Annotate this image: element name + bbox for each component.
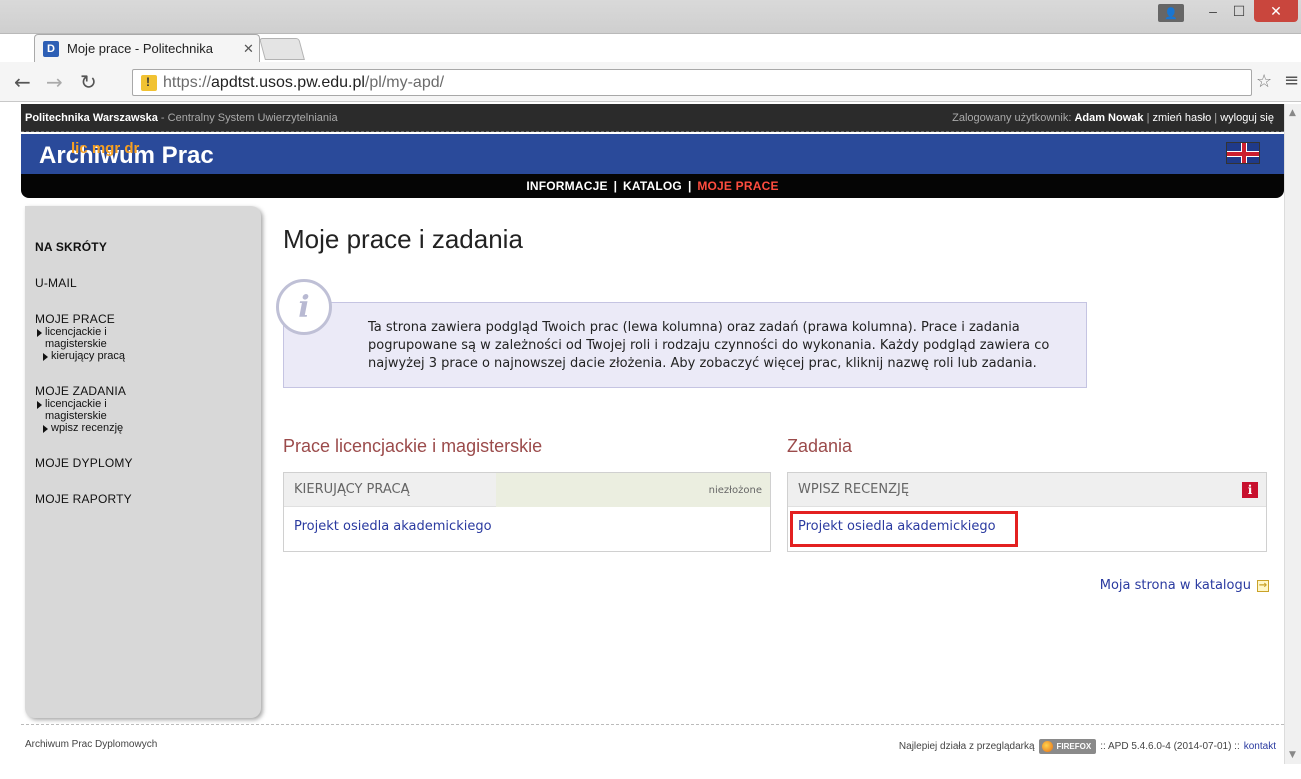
footer-version: :: APD 5.4.6.0-4 (2014-07-01) ::	[1100, 741, 1240, 752]
status-badge: niezłożone	[496, 473, 770, 507]
close-window-button[interactable]: ✕	[1254, 0, 1298, 22]
theses-heading: Prace licencjackie i magisterskie	[283, 436, 543, 456]
maximize-button[interactable]: ☐	[1226, 0, 1252, 22]
org-suffix: - Centralny System Uwierzytelniania	[157, 111, 338, 124]
footer: Archiwum Prac Dyplomowych Najlepiej dzia…	[21, 724, 1284, 764]
thesis-link[interactable]: Projekt osiedla akademickiego	[294, 519, 492, 534]
page-scrollbar[interactable]: ▲ ▼	[1284, 104, 1301, 764]
sidebar-my-works-theses[interactable]: licencjackie i magisterskie	[35, 326, 261, 350]
logged-prefix: Zalogowany użytkownik:	[952, 111, 1075, 124]
auth-topbar: Politechnika Warszawska - Centralny Syst…	[21, 104, 1284, 132]
sidebar-my-tasks-review[interactable]: wpisz recenzję	[35, 422, 261, 434]
review-task-link[interactable]: WPISZ RECENZJĘ	[798, 482, 909, 497]
info-text: Ta strona zawiera podgląd Twoich prac (l…	[368, 320, 1050, 371]
sidebar-my-tasks[interactable]: MOJE ZADANIA	[35, 384, 261, 398]
supervisor-box: KIERUJĄCY PRACĄ niezłożone Projekt osied…	[283, 472, 771, 552]
menu-moje-prace[interactable]: MOJE PRACE	[697, 179, 778, 193]
menu-katalog[interactable]: KATALOG	[623, 179, 682, 193]
url-host: apdtst.usos.pw.edu.pl	[211, 73, 365, 91]
browser-tab[interactable]: D Moje prace - Politechnika ✕	[34, 34, 260, 62]
sidebar-my-tasks-theses[interactable]: licencjackie i magisterskie	[35, 398, 261, 422]
tab-title: Moje prace - Politechnika	[67, 41, 213, 56]
catalog-link-label: Moja strona w katalogu	[1099, 578, 1251, 593]
site-subtitle: lic mgr dr	[71, 140, 140, 157]
tasks-heading: Zadania	[787, 436, 853, 456]
sidebar-my-works-supervisor[interactable]: kierujący pracą	[35, 350, 261, 362]
topbar-org: Politechnika Warszawska - Centralny Syst…	[25, 112, 338, 124]
window-bottom	[0, 764, 1301, 779]
sidebar-my-reports[interactable]: MOJE RAPORTY	[35, 492, 261, 506]
sidebar: NA SKRÓTY U-MAIL MOJE PRACE licencjackie…	[25, 206, 261, 718]
contact-link[interactable]: kontakt	[1244, 741, 1276, 752]
external-arrow-icon: →	[1257, 579, 1269, 592]
supervisor-box-head: KIERUJĄCY PRACĄ niezłożone	[284, 473, 770, 507]
page-content: Politechnika Warszawska - Centralny Syst…	[21, 104, 1284, 764]
reload-icon[interactable]: ↻	[80, 70, 97, 94]
window-titlebar	[0, 0, 1301, 34]
sidebar-umail[interactable]: U-MAIL	[35, 276, 261, 290]
menu-informacje[interactable]: INFORMACJE	[526, 179, 607, 193]
sidebar-shortcuts[interactable]: NA SKRÓTY	[35, 240, 261, 254]
review-thesis-link[interactable]: Projekt osiedla akademickiego	[798, 519, 996, 534]
main-menu: INFORMACJE | KATALOG | MOJE PRACE	[21, 174, 1284, 198]
sidebar-label: licencjackie i	[45, 326, 107, 338]
page-title: Moje prace i zadania	[283, 224, 523, 254]
logout-link[interactable]: wyloguj się	[1220, 112, 1274, 124]
new-tab-button[interactable]	[259, 38, 305, 60]
browser-menu-icon[interactable]: ≡	[1284, 70, 1299, 91]
info-box: i Ta strona zawiera podgląd Twoich prac …	[276, 279, 1087, 388]
review-box-head: WPISZ RECENZJĘ i	[788, 473, 1266, 507]
menu-separator: |	[687, 179, 692, 193]
review-box: WPISZ RECENZJĘ i Projekt osiedla akademi…	[787, 472, 1267, 552]
topbar-sep: |	[1143, 111, 1153, 124]
back-arrow-icon[interactable]: ←	[14, 70, 31, 94]
sidebar-my-works[interactable]: MOJE PRACE	[35, 312, 261, 326]
footer-best-with: Najlepiej działa z przeglądarką	[898, 741, 1035, 752]
site-favicon-icon: D	[43, 40, 59, 57]
tab-close-icon[interactable]: ✕	[243, 41, 254, 57]
firefox-badge-icon[interactable]: FIREFOX	[1038, 739, 1097, 754]
info-red-icon[interactable]: i	[1242, 482, 1258, 498]
topbar-user: Zalogowany użytkownik: Adam Nowak | zmie…	[952, 112, 1274, 124]
sidebar-label: magisterskie	[45, 410, 107, 422]
supervisor-role-link[interactable]: KIERUJĄCY PRACĄ	[294, 482, 410, 497]
user-name: Adam Nowak	[1074, 111, 1144, 124]
footer-info: Najlepiej działa z przeglądarką FIREFOX …	[899, 739, 1276, 754]
url-path: /pl/my-apd/	[364, 73, 445, 91]
user-profile-icon[interactable]: 👤	[1158, 4, 1184, 22]
bookmark-star-icon[interactable]: ☆	[1256, 71, 1272, 92]
scroll-up-icon[interactable]: ▲	[1289, 108, 1296, 118]
english-flag-icon[interactable]	[1226, 142, 1260, 164]
address-bar[interactable]: https://apdtst.usos.pw.edu.pl/pl/my-apd/	[132, 69, 1252, 96]
security-warning-icon[interactable]	[141, 74, 157, 91]
menu-separator: |	[613, 179, 618, 193]
topbar-sep: |	[1211, 111, 1221, 124]
info-icon: i	[276, 279, 332, 335]
change-password-link[interactable]: zmień hasło	[1153, 112, 1212, 124]
scroll-down-icon[interactable]: ▼	[1289, 750, 1296, 760]
sidebar-label: licencjackie i	[45, 398, 107, 410]
forward-arrow-icon[interactable]: →	[46, 70, 63, 94]
sidebar-label: magisterskie	[45, 338, 107, 350]
footer-app-name: Archiwum Prac Dyplomowych	[25, 739, 158, 750]
catalog-link[interactable]: Moja strona w katalogu →	[1100, 578, 1269, 593]
sidebar-my-diplomas[interactable]: MOJE DYPLOMY	[35, 456, 261, 470]
site-banner: Archiwum Prac	[21, 134, 1284, 174]
org-name: Politechnika Warszawska	[25, 111, 158, 124]
url-scheme: https://	[163, 73, 212, 91]
browser-toolbar: ← → ↻ https://apdtst.usos.pw.edu.pl/pl/m…	[0, 62, 1301, 102]
minimize-button[interactable]: –	[1200, 0, 1226, 22]
